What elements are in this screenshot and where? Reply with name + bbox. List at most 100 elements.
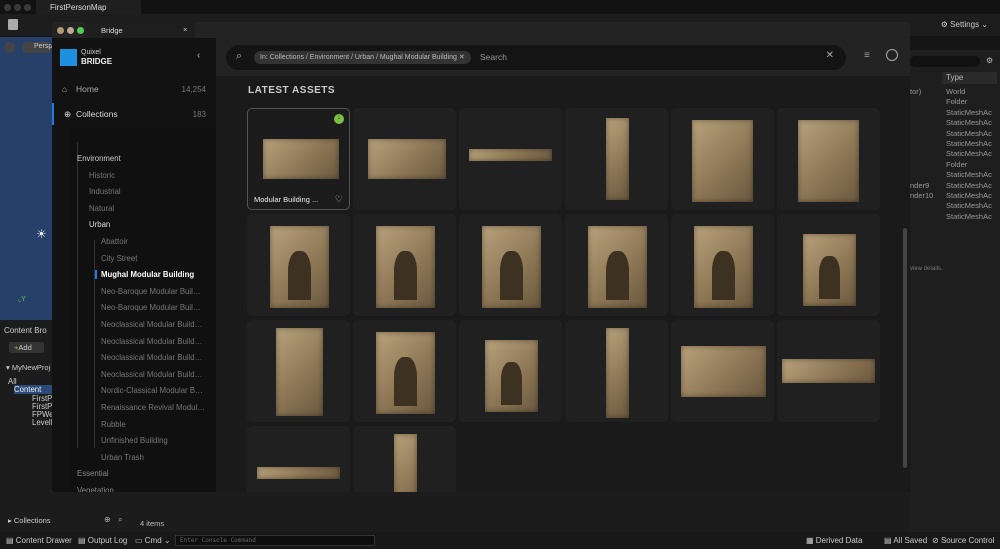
level-viewport[interactable]: Persp ☀ ⌞Y xyxy=(0,37,52,320)
asset-tile[interactable] xyxy=(671,108,774,210)
asset-tile[interactable] xyxy=(565,214,668,316)
tree-item-environment[interactable]: Environment xyxy=(77,154,121,163)
tree-item[interactable]: Historic xyxy=(89,171,115,180)
collections-toggle[interactable]: ▸ Collections xyxy=(8,516,51,525)
search-bar[interactable]: ⌕ In: Collections / Environment / Urban … xyxy=(226,45,846,70)
nav-collections[interactable]: ⊕ Collections 183 xyxy=(52,103,216,125)
project-root[interactable]: ▾ MyNewProj xyxy=(6,363,50,372)
window-min-dot[interactable] xyxy=(14,4,21,11)
account-icon[interactable] xyxy=(886,49,898,61)
scrollbar[interactable] xyxy=(903,228,907,468)
maximize-dot[interactable] xyxy=(77,27,84,34)
asset-tile[interactable] xyxy=(777,108,880,210)
tree-item[interactable]: Neoclassical Modular Build… xyxy=(101,337,202,346)
asset-tile[interactable] xyxy=(671,320,774,422)
outliner-filter[interactable] xyxy=(910,56,980,67)
tree-item[interactable]: Abattoir xyxy=(101,237,128,246)
asset-tile[interactable] xyxy=(459,108,562,210)
map-tab[interactable]: FirstPersonMap xyxy=(36,0,141,14)
outliner-type[interactable]: StaticMeshAc xyxy=(946,212,992,221)
tree-item[interactable]: Urban xyxy=(89,220,110,229)
asset-tile[interactable] xyxy=(671,214,774,316)
asset-tile[interactable] xyxy=(353,214,456,316)
tree-item[interactable]: Renaissance Revival Modul… xyxy=(101,403,205,412)
outliner-type[interactable]: Folder xyxy=(946,97,967,106)
tree-item[interactable]: Urban Trash xyxy=(101,453,144,462)
source-control-button[interactable]: ⊘ Source Control xyxy=(932,536,994,545)
outliner-type[interactable]: StaticMeshAc xyxy=(946,129,992,138)
outliner-type[interactable]: Folder xyxy=(946,160,967,169)
tree-item[interactable]: Neoclassical Modular Build… xyxy=(101,320,202,329)
asset-tile[interactable] xyxy=(565,320,668,422)
output-log-button[interactable]: ▤ Output Log xyxy=(78,536,127,545)
add-collection-icon[interactable]: ⊕ xyxy=(104,515,111,524)
content-drawer-button[interactable]: ▤ Content Drawer xyxy=(6,536,72,545)
console-input[interactable]: Enter Console Command xyxy=(175,535,375,546)
clear-search-icon[interactable]: ✕ xyxy=(826,50,834,61)
bridge-tab[interactable]: Bridge xyxy=(85,22,195,38)
tree-item[interactable]: City Street xyxy=(101,254,137,263)
add-button[interactable]: +Add xyxy=(9,342,44,353)
settings-button[interactable]: ⚙ Settings ⌄ xyxy=(941,20,988,29)
tree-item[interactable]: Neo-Baroque Modular Buil… xyxy=(101,303,201,312)
tree-item[interactable]: Neoclassical Modular Build… xyxy=(101,370,202,379)
outliner-type[interactable]: StaticMeshAc xyxy=(946,201,992,210)
outliner-type[interactable]: StaticMeshAc xyxy=(946,108,992,117)
asset-tile[interactable]: ↓ Modular Building ... ♡ xyxy=(247,108,350,210)
asset-tile[interactable] xyxy=(247,214,350,316)
outliner-type[interactable]: World xyxy=(946,87,965,96)
favorite-heart-icon[interactable]: ♡ xyxy=(335,194,343,205)
save-icon[interactable] xyxy=(8,19,18,30)
outliner-type[interactable]: StaticMeshAc xyxy=(946,181,992,190)
tree-item[interactable]: Nordic-Classical Modular B… xyxy=(101,386,203,395)
perspective-button[interactable]: Persp xyxy=(22,42,52,53)
filter-chip[interactable]: In: Collections / Environment / Urban / … xyxy=(254,51,471,64)
asset-tile[interactable] xyxy=(247,426,350,492)
tree-item[interactable]: Vegetation xyxy=(77,486,114,492)
asset-tile[interactable] xyxy=(777,214,880,316)
folder-content[interactable]: Content xyxy=(14,385,54,394)
outliner-name[interactable]: tor) xyxy=(910,87,921,96)
asset-tile[interactable] xyxy=(565,108,668,210)
tree-item[interactable]: Rubble xyxy=(101,420,126,429)
asset-tile[interactable] xyxy=(459,214,562,316)
asset-tile[interactable] xyxy=(777,320,880,422)
outliner-type[interactable]: StaticMeshAc xyxy=(946,149,992,158)
search-icon[interactable]: ⌕ xyxy=(118,515,122,525)
type-column-header[interactable]: Type xyxy=(942,72,997,84)
asset-tile[interactable] xyxy=(353,320,456,422)
window-close-dot[interactable] xyxy=(4,4,11,11)
close-dot[interactable] xyxy=(57,27,64,34)
asset-tile[interactable] xyxy=(353,108,456,210)
tree-item[interactable]: Mughal Modular Building xyxy=(95,270,194,280)
minimize-dot[interactable] xyxy=(67,27,74,34)
remove-filter-icon[interactable]: ✕ xyxy=(459,54,465,61)
tree-item[interactable]: Industrial xyxy=(89,187,121,196)
settings-icon[interactable]: ⚙ xyxy=(986,56,993,65)
asset-tile[interactable] xyxy=(353,426,456,492)
outliner-type[interactable]: StaticMeshAc xyxy=(946,191,992,200)
tree-item[interactable]: Neoclassical Modular Build… xyxy=(101,353,202,362)
outliner-type[interactable]: StaticMeshAc xyxy=(946,170,992,179)
folder[interactable]: LevelI xyxy=(32,418,53,427)
tree-item[interactable]: Essential xyxy=(77,469,109,478)
outliner-type[interactable]: StaticMeshAc xyxy=(946,118,992,127)
tree-item[interactable]: Neo-Baroque Modular Buil… xyxy=(101,287,201,296)
window-max-dot[interactable] xyxy=(24,4,31,11)
tree-item[interactable]: Unfinished Building xyxy=(101,436,168,445)
viewport-menu-icon[interactable] xyxy=(4,42,15,53)
tree-item[interactable]: Natural xyxy=(89,204,114,213)
close-tab-icon[interactable]: × xyxy=(183,25,187,34)
cmd-dropdown[interactable]: ▭ Cmd ⌄ xyxy=(135,536,171,545)
outliner-type[interactable]: StaticMeshAc xyxy=(946,139,992,148)
filter-icon[interactable]: ≡ xyxy=(864,50,870,61)
outliner-name[interactable]: nder9 xyxy=(910,181,929,190)
nav-home[interactable]: ⌂ Home 14,254 xyxy=(52,78,216,100)
all-saved-button[interactable]: ▤ All Saved xyxy=(884,536,927,545)
derived-data-button[interactable]: ▦ Derived Data xyxy=(806,536,862,545)
download-icon[interactable]: ↓ xyxy=(334,114,344,124)
search-input[interactable]: Search xyxy=(480,52,507,62)
asset-tile[interactable] xyxy=(459,320,562,422)
asset-tile[interactable] xyxy=(247,320,350,422)
outliner-name[interactable]: nder10 xyxy=(910,191,933,200)
